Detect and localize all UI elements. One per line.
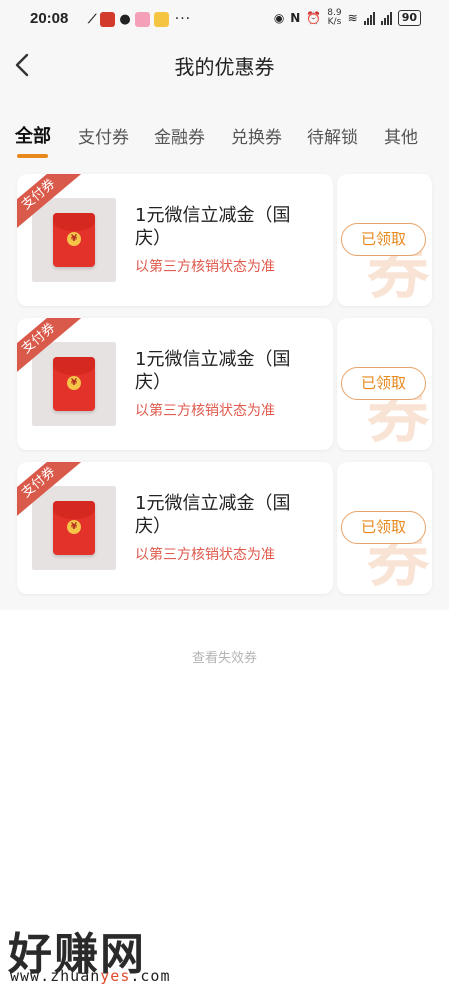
notification-icons: ⟋ ● ··· xyxy=(88,11,191,27)
red-envelope-icon: ¥ xyxy=(53,357,95,411)
tab-payment[interactable]: 支付券 xyxy=(78,123,129,148)
tab-bar: 全部 支付券 金融券 兑换券 待解锁 其他 xyxy=(0,120,449,160)
battery-icon: 90 xyxy=(397,10,421,26)
wechat-icon: ● xyxy=(119,11,131,27)
page-title: 我的优惠券 xyxy=(174,55,275,79)
eye-icon: ◉ xyxy=(273,11,285,25)
signal-icon-2 xyxy=(380,11,392,25)
alarm-icon: ⏰ xyxy=(306,11,322,25)
tab-exchange[interactable]: 兑换券 xyxy=(231,123,282,148)
nfc-icon: N xyxy=(290,11,301,25)
coupon-main: ¥ 支付券 1元微信立减金（国庆） 以第三方核销状态为准 xyxy=(17,462,333,594)
status-bar: 20:08 ⟋ ● ··· ◉ N ⏰ 8.9 K/s ≋ 90 xyxy=(0,0,449,38)
coupon-card[interactable]: ¥ 支付券 1元微信立减金（国庆） 以第三方核销状态为准 券 已领取 xyxy=(17,318,432,450)
signal-icon-1 xyxy=(363,11,375,25)
claimed-button[interactable]: 已领取 xyxy=(341,223,426,256)
status-right: ◉ N ⏰ 8.9 K/s ≋ 90 xyxy=(274,9,421,27)
coupon-card[interactable]: ¥ 支付券 1元微信立减金（国庆） 以第三方核销状态为准 券 已领取 xyxy=(17,174,432,306)
network-speed: 8.9 K/s xyxy=(327,8,342,27)
link-icon: ⟋ xyxy=(88,11,97,26)
claimed-button[interactable]: 已领取 xyxy=(341,511,426,544)
coupon-description: 以第三方核销状态为准 xyxy=(135,403,275,419)
wifi-icon: ≋ xyxy=(347,11,358,25)
active-tab-indicator xyxy=(17,154,48,158)
coupon-action-area: 券 已领取 xyxy=(337,174,432,306)
coupon-page: 20:08 ⟋ ● ··· ◉ N ⏰ 8.9 K/s ≋ 90 我的优惠券 全… xyxy=(0,0,449,1000)
coupon-description: 以第三方核销状态为准 xyxy=(135,547,275,563)
coupon-main: ¥ 支付券 1元微信立减金（国庆） 以第三方核销状态为准 xyxy=(17,318,333,450)
tab-other[interactable]: 其他 xyxy=(384,123,418,148)
red-envelope-icon: ¥ xyxy=(53,213,95,267)
coupon-image: ¥ xyxy=(32,198,116,282)
app-icon-red xyxy=(100,11,116,27)
coupon-main: ¥ 支付券 1元微信立减金（国庆） 以第三方核销状态为准 xyxy=(17,174,333,306)
tab-locked[interactable]: 待解锁 xyxy=(307,123,358,148)
coupon-description: 以第三方核销状态为准 xyxy=(135,259,275,275)
status-time: 20:08 xyxy=(30,10,69,27)
coupon-image: ¥ xyxy=(32,342,116,426)
claimed-button[interactable]: 已领取 xyxy=(341,367,426,400)
tab-all[interactable]: 全部 xyxy=(15,122,51,148)
coupon-title: 1元微信立减金（国庆） xyxy=(135,205,291,249)
header: 我的优惠券 xyxy=(0,38,449,94)
coupon-action-area: 券 已领取 xyxy=(337,318,432,450)
coupon-action-area: 券 已领取 xyxy=(337,462,432,594)
site-watermark-url: www.zhuanyes.com xyxy=(10,967,171,985)
coupon-title: 1元微信立减金（国庆） xyxy=(135,349,291,393)
more-notifications-icon: ··· xyxy=(174,11,192,27)
app-icon-pink xyxy=(134,11,150,27)
coupon-card[interactable]: ¥ 支付券 1元微信立减金（国庆） 以第三方核销状态为准 券 已领取 xyxy=(17,462,432,594)
view-expired-coupons-link[interactable]: 查看失效券 xyxy=(0,647,449,666)
coupon-image: ¥ xyxy=(32,486,116,570)
red-envelope-icon: ¥ xyxy=(53,501,95,555)
tab-finance[interactable]: 金融券 xyxy=(154,123,205,148)
app-icon-yellow xyxy=(153,11,169,27)
coupon-title: 1元微信立减金（国庆） xyxy=(135,493,291,537)
